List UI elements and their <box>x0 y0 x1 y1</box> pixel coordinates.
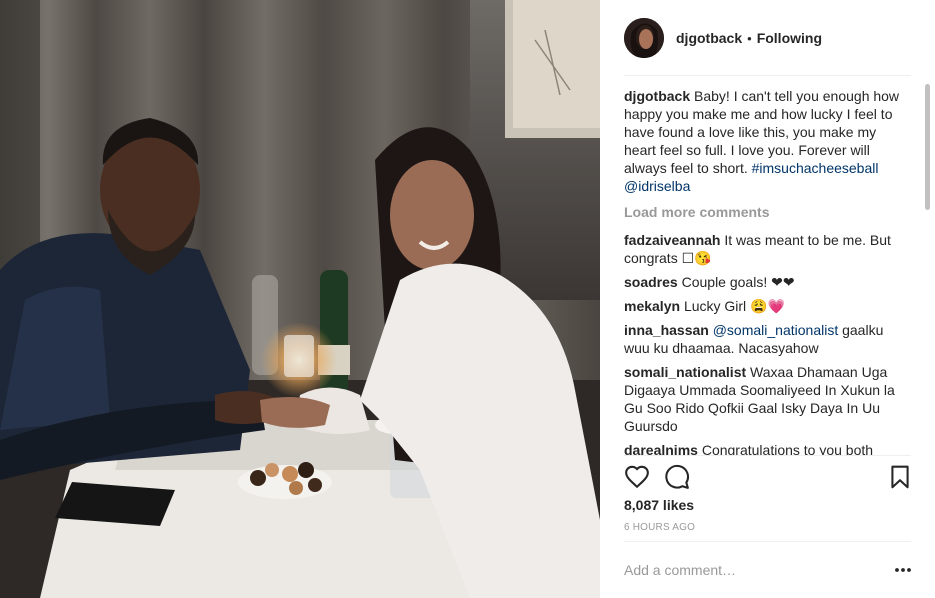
comment-item: mekalyn Lucky Girl 😩💗 <box>624 297 911 315</box>
comment-item: fadzaiveannah It was meant to be me. But… <box>624 231 911 267</box>
post-photo[interactable] <box>0 0 600 598</box>
comment-username[interactable]: darealnims <box>624 442 698 455</box>
divider <box>624 455 911 456</box>
comment-username[interactable]: soadres <box>624 274 678 290</box>
comment-text: Couple goals! ❤❤ <box>681 274 795 290</box>
comment-item: inna_hassan @somali_nationalist gaalku w… <box>624 321 911 357</box>
following-button[interactable]: Following <box>757 30 822 46</box>
comment-username[interactable]: inna_hassan <box>624 322 709 338</box>
comments-list[interactable]: djgotback Baby! I can't tell you enough … <box>624 87 911 455</box>
more-options-icon[interactable] <box>892 562 914 578</box>
post-actions <box>624 462 911 492</box>
comment-item: somali_nationalist Waxaa Dhamaan Uga Dig… <box>624 363 911 435</box>
comment-username[interactable]: somali_nationalist <box>624 364 746 380</box>
comment-mention[interactable]: @somali_nationalist <box>713 322 839 338</box>
add-comment-input[interactable] <box>624 558 874 582</box>
bookmark-icon[interactable] <box>887 464 913 490</box>
comment-username[interactable]: fadzaiveannah <box>624 232 720 248</box>
header-username[interactable]: djgotback <box>676 30 742 46</box>
comment-item: darealnims Congratulations to you both <box>624 441 911 455</box>
post-photo-image <box>0 0 600 598</box>
caption-mention[interactable]: @idriselba <box>624 178 690 194</box>
heart-icon[interactable] <box>624 464 650 490</box>
comment-username[interactable]: mekalyn <box>624 298 680 314</box>
likes-count[interactable]: 8,087 likes <box>624 497 694 513</box>
caption-hashtag[interactable]: #imsuchacheeseball <box>752 160 879 176</box>
post-caption: djgotback Baby! I can't tell you enough … <box>624 87 911 195</box>
load-more-comments-button[interactable]: Load more comments <box>624 203 911 221</box>
scrollbar-thumb[interactable] <box>925 84 930 210</box>
comment-text: Lucky Girl 😩💗 <box>683 298 785 314</box>
avatar[interactable] <box>624 18 664 58</box>
divider <box>624 75 911 76</box>
header-separator: • <box>747 30 752 46</box>
divider <box>624 541 911 542</box>
caption-username[interactable]: djgotback <box>624 88 690 104</box>
speech-bubble-icon[interactable] <box>664 464 690 490</box>
comments-scrollbar[interactable] <box>924 76 931 456</box>
comment-item: soadres Couple goals! ❤❤ <box>624 273 911 291</box>
post-timestamp[interactable]: 6 HOURS AGO <box>624 522 695 533</box>
post-header: djgotback • Following <box>624 16 911 60</box>
comment-text: Congratulations to you both <box>701 442 874 455</box>
